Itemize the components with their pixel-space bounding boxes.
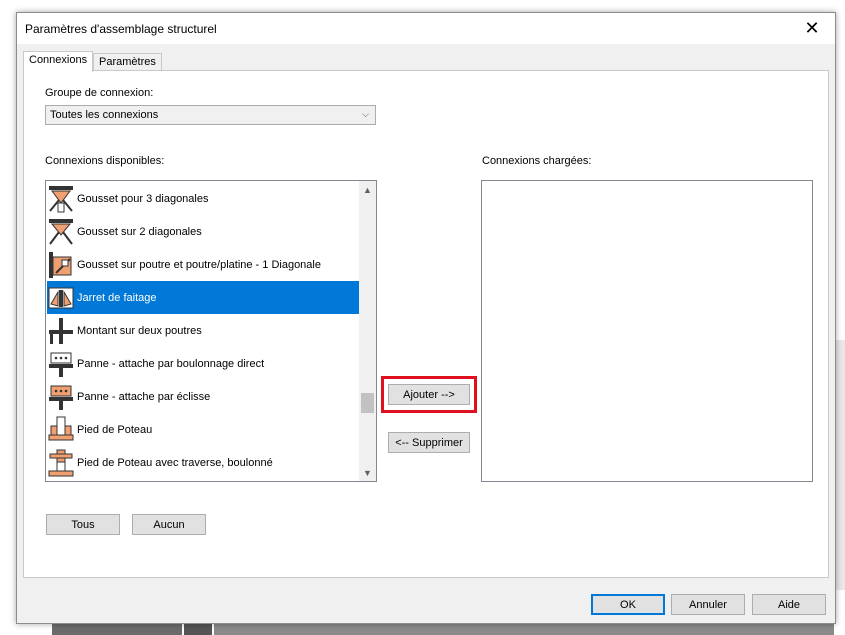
gusset-3-diagonals-icon xyxy=(49,185,73,212)
cancel-button[interactable]: Annuler xyxy=(671,594,745,615)
list-scrollbar[interactable]: ▲ ▼ xyxy=(359,181,376,481)
dialog-title: Paramètres d'assemblage structurel xyxy=(25,22,217,36)
chevron-down-icon[interactable]: ▼ xyxy=(359,464,376,481)
list-item-label: Jarret de faitage xyxy=(77,291,157,304)
list-item-label: Pied de Poteau avec traverse, boulonné xyxy=(77,456,273,469)
apex-haunch-icon xyxy=(48,287,74,308)
connexions-tab-panel: Groupe de connexion: Toutes les connexio… xyxy=(23,70,829,578)
connection-group-value: Toutes les connexions xyxy=(50,109,159,121)
scrollbar-thumb[interactable] xyxy=(361,393,374,413)
structural-connection-settings-dialog: Paramètres d'assemblage structurel ✕ Con… xyxy=(16,12,836,624)
list-item-label: Gousset sur poutre et poutre/platine - 1… xyxy=(77,258,321,271)
post-on-beams-icon xyxy=(49,317,73,344)
ok-button[interactable]: OK xyxy=(591,594,665,615)
column-base-icon xyxy=(48,416,74,440)
list-item[interactable]: Gousset sur poutre et poutre/platine - 1… xyxy=(47,248,359,281)
list-item[interactable]: Pied de Poteau xyxy=(47,413,359,446)
list-item[interactable]: Pied de Poteau avec traverse, boulonné xyxy=(47,446,359,479)
list-item-label: Panne - attache par éclisse xyxy=(77,390,211,403)
close-button[interactable]: ✕ xyxy=(789,13,835,44)
available-connections-label: Connexions disponibles: xyxy=(45,155,165,167)
connection-group-select[interactable]: Toutes les connexions ⌵ xyxy=(45,105,376,125)
group-label: Groupe de connexion: xyxy=(45,87,154,99)
select-none-button[interactable]: Aucun xyxy=(132,514,206,535)
list-item[interactable]: Panne - attache par éclisse xyxy=(47,380,359,413)
gusset-beam-plate-icon xyxy=(49,251,72,278)
column-base-crossbar-icon xyxy=(48,449,74,476)
chevron-up-icon[interactable]: ▲ xyxy=(359,181,376,198)
background-window-edge xyxy=(835,340,845,590)
list-item-label: Montant sur deux poutres xyxy=(77,324,202,337)
purlin-splice-icon xyxy=(49,385,73,410)
list-item[interactable]: Montant sur deux poutres xyxy=(47,314,359,347)
available-connections-list[interactable]: Gousset pour 3 diagonales Gousset sur 2 … xyxy=(45,180,377,482)
loaded-connections-label: Connexions chargées: xyxy=(482,155,592,167)
purlin-direct-bolt-icon xyxy=(49,352,73,377)
select-all-button[interactable]: Tous xyxy=(46,514,120,535)
list-item[interactable]: Panne - attache par boulonnage direct xyxy=(47,347,359,380)
list-item-selected[interactable]: Jarret de faitage xyxy=(47,281,359,314)
list-item-label: Gousset pour 3 diagonales xyxy=(77,192,209,205)
help-button[interactable]: Aide xyxy=(752,594,826,615)
title-bar: Paramètres d'assemblage structurel ✕ xyxy=(17,13,835,44)
list-item-label: Panne - attache par boulonnage direct xyxy=(77,357,265,370)
list-item-label: Gousset sur 2 diagonales xyxy=(77,225,202,238)
add-button[interactable]: Ajouter --> xyxy=(388,384,470,405)
list-item-label: Pied de Poteau xyxy=(77,423,153,436)
loaded-connections-list[interactable] xyxy=(481,180,813,482)
list-item[interactable]: Gousset pour 3 diagonales xyxy=(47,182,359,215)
remove-button[interactable]: <-- Supprimer xyxy=(388,432,470,453)
tab-connexions[interactable]: Connexions xyxy=(23,51,94,72)
list-item[interactable]: Gousset sur 2 diagonales xyxy=(47,215,359,248)
chevron-down-icon: ⌵ xyxy=(362,109,369,119)
gusset-2-diagonals-icon xyxy=(49,218,73,245)
tab-parametres[interactable]: Paramètres xyxy=(93,53,162,71)
